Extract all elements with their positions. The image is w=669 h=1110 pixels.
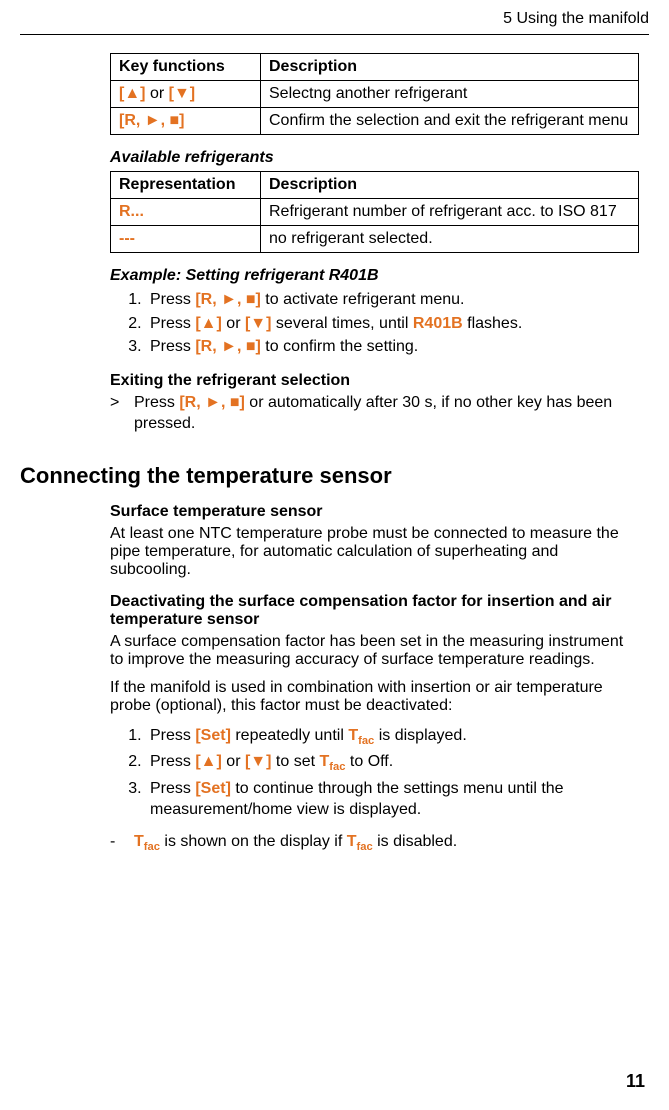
section-title: Connecting the temperature sensor: [20, 463, 392, 489]
list-item: Press [▲] or [▼] several times, until R4…: [146, 313, 639, 335]
list-item: Press [Set] to continue through the sett…: [146, 778, 639, 821]
cell-desc: Confirm the selection and exit the refri…: [261, 108, 639, 135]
tfac-symbol: Tfac: [348, 727, 374, 744]
cell-desc: no refrigerant selected.: [261, 226, 639, 253]
text: Press: [150, 338, 195, 355]
cell-desc: Refrigerant number of refrigerant acc. t…: [261, 199, 639, 226]
list-item: Press [▲] or [▼] to set Tfac to Off.: [146, 751, 639, 775]
deactivate-heading: Deactivating the surface compensation fa…: [110, 593, 639, 629]
text: to set: [271, 753, 319, 770]
rep-none: ---: [119, 230, 135, 247]
deactivate-p1: A surface compensation factor has been s…: [110, 633, 639, 669]
text: Press: [150, 780, 195, 797]
text: Press: [150, 315, 195, 332]
text: repeatedly until: [231, 727, 348, 744]
text: to confirm the setting.: [261, 338, 418, 355]
example-heading: Example: Setting refrigerant R401B: [110, 267, 639, 285]
refrigerant-code: R401B: [413, 315, 463, 332]
text: several times, until: [271, 315, 412, 332]
list-item: Press [Set] repeatedly until Tfac is dis…: [146, 725, 639, 749]
subhead-available-refrigerants: Available refrigerants: [110, 149, 639, 167]
key-confirm: [R, ►, ■]: [179, 394, 245, 411]
th-description: Description: [261, 54, 639, 81]
deactivate-p2: If the manifold is used in combination w…: [110, 679, 639, 715]
header-rule: [20, 34, 649, 35]
refrigerants-table: Representation Description R... Refriger…: [110, 171, 639, 253]
text: Press: [150, 753, 195, 770]
table-row: [▲] or [▼] Selectng another refrigerant: [111, 81, 639, 108]
tfac-symbol: Tfac: [347, 833, 373, 850]
key-down: [▼]: [169, 85, 196, 102]
sep-or: or: [146, 85, 169, 102]
table-row: [R, ►, ■] Confirm the selection and exit…: [111, 108, 639, 135]
th-description: Description: [261, 172, 639, 199]
list-item: > Press [R, ►, ■] or automatically after…: [110, 392, 639, 435]
key-confirm: [R, ►, ■]: [119, 112, 185, 129]
key-set: [Set]: [195, 780, 231, 797]
exit-heading: Exiting the refrigerant selection: [110, 372, 639, 390]
key-confirm: [R, ►, ■]: [195, 338, 261, 355]
text: Press: [150, 291, 195, 308]
result-list: - Tfac is shown on the display if Tfac i…: [110, 831, 639, 855]
table-row: R... Refrigerant number of refrigerant a…: [111, 199, 639, 226]
text: Press: [134, 394, 179, 411]
text: or: [222, 315, 245, 332]
tfac-symbol: Tfac: [134, 833, 160, 850]
deactivate-steps: Press [Set] repeatedly until Tfac is dis…: [110, 725, 639, 821]
key-set: [Set]: [195, 727, 231, 744]
key-functions-table: Key functions Description [▲] or [▼] Sel…: [110, 53, 639, 135]
exit-list: > Press [R, ►, ■] or automatically after…: [110, 392, 639, 435]
section-heading: 5.1.2. Connecting the temperature sensor: [20, 463, 649, 489]
surface-body: At least one NTC temperature probe must …: [110, 525, 639, 579]
text: or: [222, 753, 245, 770]
key-up: [▲]: [195, 315, 222, 332]
text: to Off.: [345, 753, 393, 770]
text: Press: [150, 727, 195, 744]
key-up: [▲]: [195, 753, 222, 770]
running-header: 5 Using the manifold: [20, 10, 649, 28]
th-representation: Representation: [111, 172, 261, 199]
example-steps: Press [R, ►, ■] to activate refrigerant …: [110, 289, 639, 358]
text: flashes.: [463, 315, 523, 332]
page-number: 11: [626, 1071, 645, 1092]
list-item: Press [R, ►, ■] to confirm the setting.: [146, 336, 639, 358]
key-down: [▼]: [245, 753, 272, 770]
cell-desc: Selectng another refrigerant: [261, 81, 639, 108]
surface-heading: Surface temperature sensor: [110, 503, 639, 521]
section-number: 5.1.2.: [0, 463, 20, 489]
dash-icon: -: [110, 831, 134, 855]
key-confirm: [R, ►, ■]: [195, 291, 261, 308]
th-key-functions: Key functions: [111, 54, 261, 81]
table-row: --- no refrigerant selected.: [111, 226, 639, 253]
list-item: Press [R, ►, ■] to activate refrigerant …: [146, 289, 639, 311]
text: to activate refrigerant menu.: [261, 291, 465, 308]
list-item: - Tfac is shown on the display if Tfac i…: [110, 831, 639, 855]
key-down: [▼]: [245, 315, 272, 332]
tfac-symbol: Tfac: [320, 753, 346, 770]
text: is disabled.: [373, 833, 458, 850]
rep-r: R...: [119, 203, 144, 220]
text: is shown on the display if: [160, 833, 347, 850]
key-up: [▲]: [119, 85, 146, 102]
text: is displayed.: [374, 727, 467, 744]
bullet-icon: >: [110, 392, 134, 435]
